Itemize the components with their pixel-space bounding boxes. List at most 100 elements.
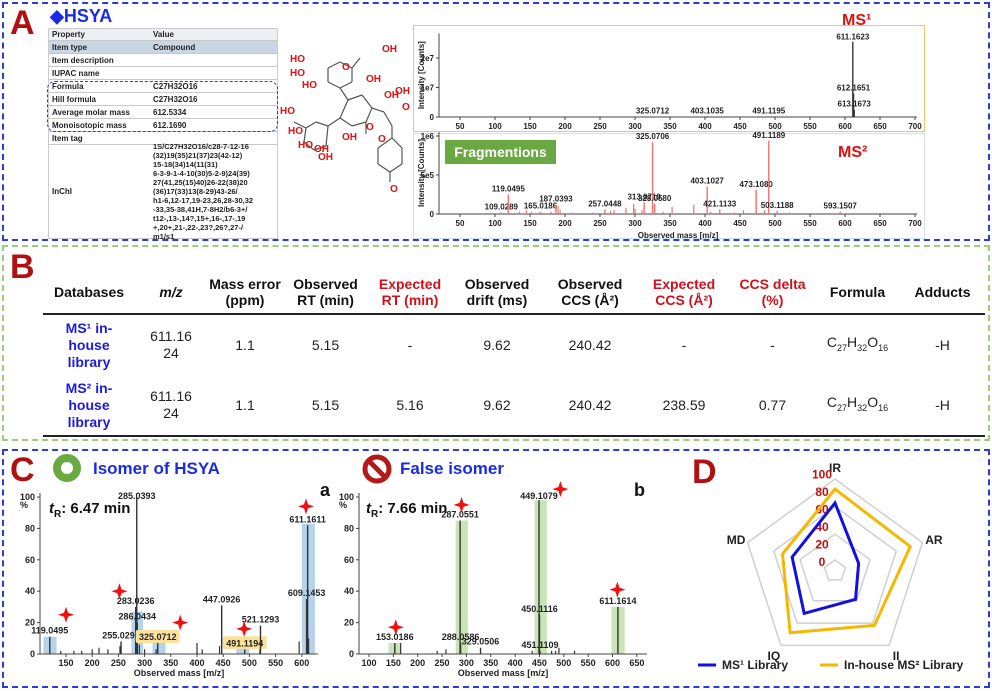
hsya-structure: HOOHHOOHHOOHOHHOOOOOHOHOOHOHOHO (280, 44, 410, 195)
formula-highlight-box (47, 81, 278, 132)
header-property[interactable]: Property (49, 30, 151, 39)
table-cell: 5.16 (368, 375, 452, 437)
bond-line (389, 163, 403, 173)
prohibited-icon (362, 454, 392, 484)
bond-line (305, 121, 317, 129)
bond-line (339, 99, 349, 119)
table-cell: 611.1624 (135, 375, 207, 437)
false-isomer-title: False isomer (400, 459, 504, 478)
atom-label: O (366, 122, 374, 133)
plot-tag-b: b (634, 480, 645, 500)
atom-label: OH (382, 44, 397, 55)
column-header: Adducts (900, 272, 985, 315)
table-cell: - (770, 336, 775, 353)
header-value[interactable]: Value (151, 30, 277, 39)
bond-line (371, 107, 385, 113)
table-row[interactable]: InChI 1S/C27H32O16/c28-7-12-16 (32)19(35)… (49, 142, 277, 241)
table-row[interactable]: IUPAC name (49, 67, 277, 80)
column-header: Formula (815, 272, 900, 315)
atom-label: HO (280, 106, 295, 117)
table-header-row: Databases m/z Mass error (ppm) Observed RT … (43, 272, 985, 315)
table-cell: - (681, 336, 687, 353)
retention-time-a: tR: 6.47 min (49, 500, 130, 520)
compound-title: ◆HSYA (50, 6, 113, 26)
bond-line (361, 94, 373, 109)
table-cell: 9.62 (452, 375, 542, 437)
table-cell: - (407, 336, 413, 353)
column-header: Databases (43, 272, 135, 315)
panel-letter-c: C (10, 451, 35, 489)
table-cell: 240.42 (542, 375, 638, 437)
atom-label: HO (290, 54, 305, 65)
atom-label: OH (342, 132, 357, 143)
column-header: Observed RT (min) (283, 272, 368, 315)
table-cell: 238.59 (638, 375, 730, 437)
bond-line (315, 121, 329, 127)
column-header: Expected CCS (Å²) (638, 272, 730, 315)
bond-line (327, 81, 341, 89)
atom-label: O (378, 134, 386, 145)
property-cell: Item description (52, 55, 114, 65)
table-cell: C27H32O16 (826, 333, 889, 353)
property-cell: InChI (52, 187, 72, 196)
ms2-label: MS² (838, 144, 868, 161)
atom-label: OH (366, 74, 381, 85)
atom-label: HO (298, 140, 313, 151)
atom-label: O (402, 102, 410, 113)
ms1-label: MS¹ (842, 12, 872, 29)
atom-label: HO (290, 68, 305, 79)
bond-line (339, 117, 353, 127)
table-cell: 0.77 (730, 375, 815, 437)
atom-label: HO (288, 126, 303, 137)
value-cell: 1S/C27H32O16/c28-7-12-16 (32)19(35)21(37… (153, 142, 254, 241)
property-cell: Item type (52, 42, 88, 52)
bond-line (325, 125, 329, 147)
table-cell: 1.1 (235, 336, 255, 353)
column-header: m/z (135, 272, 207, 315)
column-header: CCS delta (%) (730, 272, 815, 315)
panel-letter-a: A (10, 4, 35, 42)
atom-label: O (390, 184, 398, 195)
property-cell: IUPAC name (52, 68, 100, 78)
bond-line (327, 61, 341, 69)
table-row: MS¹ in-house library 611.1624 1.1 5.15 - 9.62… (43, 314, 985, 375)
column-header: Expected RT (min) (368, 272, 452, 315)
table-row: MS² in-house library 611.1624 1.1 5.15 5.16 9… (43, 375, 985, 437)
bond-line (383, 111, 393, 127)
table-cell: -H (900, 375, 985, 437)
atom-label: OH (314, 144, 329, 155)
table-cell: 5.15 (311, 336, 340, 353)
table-cell: 240.42 (568, 336, 612, 353)
tr-value: : 6.47 min (61, 500, 131, 517)
table-row[interactable]: Item type Compound (49, 41, 277, 54)
tr-value: : 7.66 min (378, 500, 448, 517)
database-name: MS² in-house library (43, 375, 135, 437)
atom-label: OH (395, 86, 410, 97)
atom-label: O (342, 62, 350, 73)
table-row[interactable]: Item description (49, 54, 277, 67)
table-cell: 611.1624 (150, 328, 192, 361)
bond-line (351, 121, 367, 127)
isomer-title: Isomer of HSYA (93, 459, 220, 478)
atom-label: HO (302, 80, 317, 91)
bond-line (347, 94, 363, 101)
column-header: Mass error (ppm) (207, 272, 283, 315)
bond-line (339, 81, 353, 89)
compound-property-table: Property Value Item type Compound Item de… (48, 28, 278, 241)
plot-tag-a: a (320, 480, 331, 500)
bond-line (377, 163, 391, 173)
panel-letter-d: D (692, 453, 717, 491)
database-name: MS¹ in-house library (65, 319, 113, 370)
retention-time-b: tR: 7.66 min (366, 500, 447, 520)
bond-line (351, 57, 361, 69)
database-comparison-table: Databases m/z Mass error (ppm) Observed RT … (43, 272, 985, 437)
table-cell: C27H32O16 (815, 375, 900, 437)
column-header: Observed CCS (Å²) (542, 272, 638, 315)
panel-letter-b: B (10, 248, 35, 286)
bond-line (339, 87, 349, 101)
table-cell: -H (935, 336, 950, 353)
table-cell: 5.15 (283, 375, 368, 437)
ms1-plot-frame (413, 25, 925, 132)
table-cell: 1.1 (207, 375, 283, 437)
fragment-ions-badge: Fragmentions (445, 140, 556, 164)
